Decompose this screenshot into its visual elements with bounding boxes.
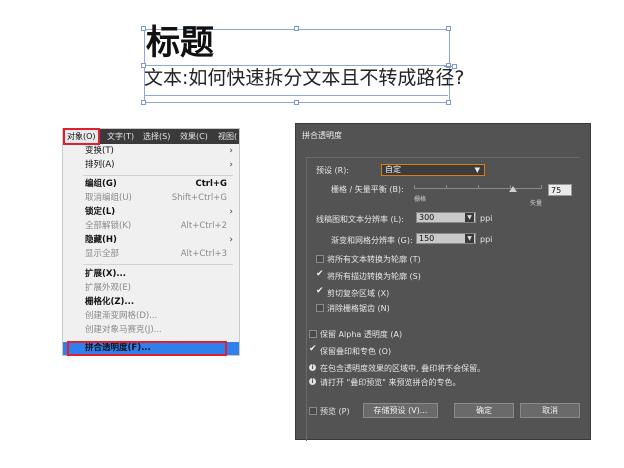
menu-effect[interactable]: 效果(C) — [180, 131, 208, 142]
cancel-button[interactable]: 取消 — [520, 403, 580, 418]
balance-label: 栅格 / 矢量平衡 (B): — [331, 185, 404, 194]
resize-handle-bottom[interactable] — [294, 100, 299, 105]
resize-handle-top-right[interactable] — [446, 26, 451, 31]
preview-label: 预览 (P) — [320, 407, 350, 416]
menu-item-ungroup[interactable]: 取消编组(U) Shift+Ctrl+G — [63, 192, 239, 205]
menu-item-transform[interactable]: 变换(T) › — [63, 145, 239, 158]
balance-vector-label: 矢量 — [530, 200, 543, 207]
menu-item-hide[interactable]: 隐藏(H) › — [63, 234, 239, 247]
line-art-resolution-combo[interactable]: 300 ▼ — [416, 212, 476, 223]
anti-alias-raster-checkbox[interactable] — [316, 304, 324, 312]
clip-complex-regions-label: 剪切复杂区域 (X) — [327, 289, 390, 298]
title-baseline — [144, 65, 448, 66]
out-port-connector — [444, 66, 452, 67]
preserve-overprint-label: 保留叠印和专色 (O) — [320, 347, 392, 356]
submenu-arrow-icon: › — [229, 207, 233, 217]
resize-handle-left[interactable] — [141, 63, 146, 68]
menu-item-create-gradient-mesh[interactable]: 创建渐变网格(D)... — [63, 310, 239, 323]
menu-object[interactable]: 对象(O) — [63, 128, 100, 145]
convert-text-outlines-label: 将所有文本转换为轮廓 (T) — [327, 255, 421, 264]
preset-label: 预设 (R): — [316, 166, 350, 175]
preview-checkbox[interactable] — [309, 407, 317, 415]
anti-alias-raster-label: 消除栅格锯齿 (N) — [327, 304, 390, 313]
info-icon: i — [309, 364, 316, 371]
menu-item-create-object-mosaic[interactable]: 创建对象马赛克(J)... — [63, 324, 239, 337]
balance-slider-track[interactable] — [414, 185, 542, 189]
menu-item-lock[interactable]: 锁定(L) › — [63, 206, 239, 219]
submenu-arrow-icon: › — [229, 235, 233, 245]
submenu-arrow-icon: › — [229, 160, 233, 170]
ok-button[interactable]: 确定 — [454, 403, 514, 418]
info-text-1: 在包含透明度效果的区域中, 叠印将不会保留。 — [320, 364, 486, 373]
preserve-alpha-label: 保留 Alpha 透明度 (A) — [320, 330, 403, 339]
preset-select[interactable]: 自定 ▼ — [381, 164, 485, 176]
check-icon[interactable]: ✔ — [316, 287, 324, 296]
convert-strokes-outlines-label: 将所有描边转换为轮廓 (S) — [327, 272, 421, 281]
gradient-unit: ppi — [480, 235, 493, 244]
flatten-transparency-dialog: 拼合透明度 预设 (R): 自定 ▼ 栅格 / 矢量平衡 (B): 75 栅格 … — [295, 123, 591, 441]
preserve-alpha-checkbox[interactable] — [309, 330, 317, 338]
dialog-title: 拼合透明度 — [302, 131, 342, 140]
menu-item-group[interactable]: 编组(G) Ctrl+G — [63, 178, 239, 191]
gradient-resolution-combo[interactable]: 150 ▼ — [416, 233, 476, 244]
highlight-box — [67, 341, 227, 356]
convert-text-outlines-checkbox[interactable] — [316, 255, 324, 263]
dropdown-arrow-icon[interactable]: ▼ — [465, 234, 474, 243]
text-out-port[interactable] — [452, 64, 457, 69]
balance-value-input[interactable]: 75 — [548, 184, 572, 196]
line-art-resolution-label: 线稿图和文本分辨率 (L): — [316, 215, 404, 224]
resize-handle-bottom-left[interactable] — [141, 100, 146, 105]
menu-bar: 对象(O) 文字(T) 选择(S) 效果(C) 视图( — [63, 128, 239, 145]
info-text-2: 请打开 "叠印预览" 来预览拼合的专色。 — [320, 378, 461, 387]
resize-handle-bottom-right[interactable] — [446, 100, 451, 105]
menu-separator — [83, 175, 233, 176]
submenu-arrow-icon: › — [229, 146, 233, 156]
menu-item-show-all[interactable]: 显示全部 Alt+Ctrl+3 — [63, 248, 239, 261]
dropdown-arrow-icon: ▼ — [474, 166, 480, 174]
resize-handle-top[interactable] — [294, 26, 299, 31]
menu-view[interactable]: 视图( — [218, 131, 237, 142]
save-preset-button[interactable]: 存储预设 (V)... — [363, 403, 438, 418]
body-baseline — [144, 95, 448, 96]
menu-select[interactable]: 选择(S) — [143, 131, 170, 142]
menu-type[interactable]: 文字(T) — [107, 131, 134, 142]
line-art-unit: ppi — [480, 214, 493, 223]
balance-raster-label: 栅格 — [414, 196, 427, 203]
check-icon[interactable]: ✔ — [309, 345, 317, 354]
resize-handle-top-left[interactable] — [141, 26, 146, 31]
menu-separator — [83, 264, 233, 265]
object-menu: 对象(O) 文字(T) 选择(S) 效果(C) 视图( 变换(T) › 排列(A… — [62, 128, 240, 356]
frame-title-text[interactable]: 标题 — [146, 23, 214, 63]
check-icon[interactable]: ✔ — [316, 270, 324, 279]
menu-item-arrange[interactable]: 排列(A) › — [63, 159, 239, 172]
dropdown-arrow-icon[interactable]: ▼ — [465, 213, 474, 222]
menu-item-expand[interactable]: 扩展(X)... — [63, 268, 239, 281]
balance-slider-handle[interactable] — [509, 186, 517, 192]
frame-body-text[interactable]: 文本:如何快速拆分文本且不转成路径? — [144, 66, 465, 90]
text-frame[interactable]: 标题 文本:如何快速拆分文本且不转成路径? — [141, 23, 465, 105]
menu-item-rasterize[interactable]: 栅格化(Z)... — [63, 296, 239, 309]
gradient-resolution-label: 渐变和网格分辨率 (G): — [331, 236, 413, 245]
menu-item-unlock-all[interactable]: 全部解锁(K) Alt+Ctrl+2 — [63, 220, 239, 233]
menu-item-expand-appearance[interactable]: 扩展外观(E) — [63, 282, 239, 295]
info-icon: i — [309, 378, 316, 385]
